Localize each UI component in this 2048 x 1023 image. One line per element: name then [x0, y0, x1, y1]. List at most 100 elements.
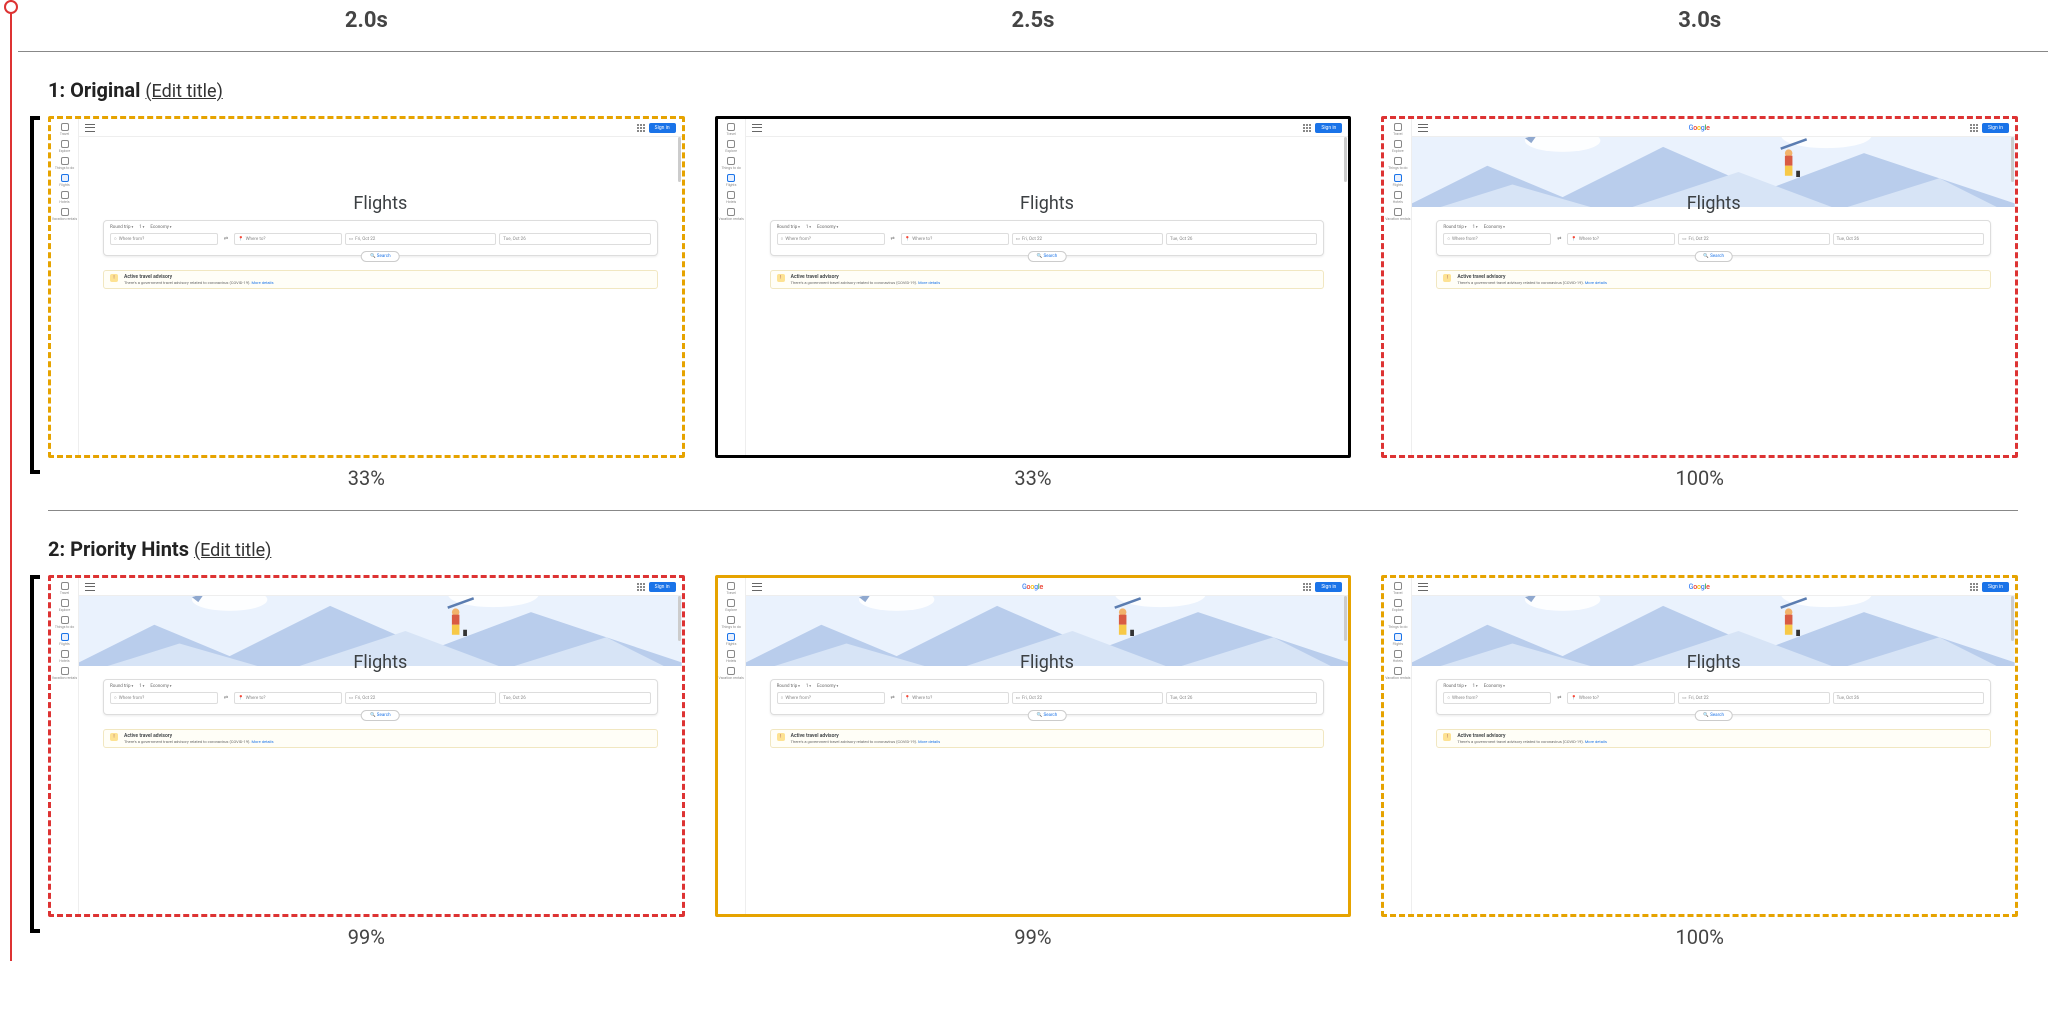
- trip-type-select: Round trip: [110, 225, 133, 230]
- origin-input: ○Where from?: [777, 692, 885, 704]
- screenshot-thumbnail[interactable]: TravelExploreThings to doFlightsHotelsVa…: [1381, 575, 2018, 917]
- cabin-class-select: Economy: [150, 684, 171, 689]
- google-logo: Google: [1689, 124, 1710, 132]
- advisory-desc: There's a government travel advisory rel…: [1457, 280, 1607, 285]
- passengers-select: 1: [806, 225, 811, 230]
- timeline-vertical-line: [10, 0, 12, 961]
- time-marker-1: 2.5s: [715, 8, 1352, 33]
- gf-search-card: Round trip 1 Economy ○Where from? ⇄ 📍Whe…: [103, 220, 658, 256]
- google-flights-mini: TravelExploreThings to doFlightsHotelsVa…: [718, 119, 1349, 455]
- gf-sidebar: TravelExploreThings to doFlightsHotelsVa…: [51, 119, 79, 455]
- sign-in-button: Sign in: [1982, 123, 2009, 133]
- advisory-more-link: More details: [918, 739, 940, 744]
- row-bracket: [30, 116, 40, 474]
- google-logo: Google: [1689, 583, 1710, 591]
- swap-icon: ⇄: [888, 692, 898, 704]
- apps-icon: [1970, 124, 1978, 132]
- screenshot-thumbnail[interactable]: TravelExploreThings to doFlightsHotelsVa…: [48, 116, 685, 458]
- depart-date-input: ▭Fri, Oct 22: [345, 692, 496, 704]
- frame-cell: TravelExploreThings to doFlightsHotelsVa…: [48, 575, 685, 949]
- screenshot-thumbnail[interactable]: TravelExploreThings to doFlightsHotelsVa…: [715, 116, 1352, 458]
- trip-type-select: Round trip: [1443, 225, 1466, 230]
- sidebar-item: Explore: [1391, 140, 1405, 153]
- sidebar-item: Explore: [58, 140, 72, 153]
- sidebar-item: Things to do: [724, 157, 738, 170]
- advisory-more-link: More details: [1585, 739, 1607, 744]
- gf-sidebar: TravelExploreThings to doFlightsHotelsVa…: [51, 578, 79, 914]
- destination-input: 📍Where to?: [1567, 692, 1675, 704]
- trip-type-select: Round trip: [110, 684, 133, 689]
- visual-complete-pct: 33%: [1014, 466, 1051, 490]
- gf-trip-options: Round trip 1 Economy: [110, 684, 651, 689]
- depart-date-input: ▭Fri, Oct 22: [1012, 692, 1163, 704]
- sidebar-item: Travel: [58, 582, 72, 595]
- depart-date-input: ▭Fri, Oct 22: [1012, 233, 1163, 245]
- visual-complete-pct: 99%: [1014, 925, 1051, 949]
- visual-complete-pct: 99%: [348, 925, 385, 949]
- gf-trip-options: Round trip 1 Economy: [110, 225, 651, 230]
- row-divider: [48, 510, 2018, 511]
- sidebar-item: Things to do: [1391, 616, 1405, 629]
- sign-in-button: Sign in: [1982, 582, 2009, 592]
- cabin-class-select: Economy: [1484, 225, 1505, 230]
- edit-title-link[interactable]: (Edit title): [194, 540, 271, 561]
- screenshot-thumbnail[interactable]: TravelExploreThings to doFlightsHotelsVa…: [715, 575, 1352, 917]
- sidebar-item: Hotels: [724, 650, 738, 663]
- travel-advisory: ! Active travel advisory There's a gover…: [103, 270, 658, 289]
- warning-icon: !: [1443, 733, 1451, 741]
- sidebar-item: Flights: [1391, 174, 1405, 187]
- google-logo: Google: [1022, 583, 1043, 591]
- apps-icon: [637, 583, 645, 591]
- sidebar-item: Travel: [1391, 582, 1405, 595]
- hamburger-icon: [752, 583, 762, 591]
- search-button: 🔍 Search: [1694, 710, 1733, 721]
- visual-complete-pct: 100%: [1675, 925, 1723, 949]
- gf-sidebar: TravelExploreThings to doFlightsHotelsVa…: [1384, 578, 1412, 914]
- advisory-desc: There's a government travel advisory rel…: [791, 280, 941, 285]
- sidebar-item: Hotels: [58, 650, 72, 663]
- hamburger-icon: [1418, 583, 1428, 591]
- gf-page-title: Flights: [746, 193, 1349, 214]
- trip-type-select: Round trip: [777, 225, 800, 230]
- gf-sidebar: TravelExploreThings to doFlightsHotelsVa…: [718, 578, 746, 914]
- search-button: 🔍 Search: [361, 251, 400, 262]
- edit-title-link[interactable]: (Edit title): [145, 81, 222, 102]
- sidebar-item: Hotels: [58, 191, 72, 204]
- swap-icon: ⇄: [888, 233, 898, 245]
- sidebar-item: Explore: [1391, 599, 1405, 612]
- search-button: 🔍 Search: [1028, 251, 1067, 262]
- apps-icon: [1970, 583, 1978, 591]
- gf-topbar: Google Sign in: [746, 578, 1349, 596]
- gf-search-card: Round trip 1 Economy ○Where from? ⇄ 📍Whe…: [103, 679, 658, 715]
- sidebar-item: Explore: [58, 599, 72, 612]
- row-title: 1: Original (Edit title): [18, 74, 2048, 116]
- return-date-input: Tue, Oct 26: [499, 233, 650, 245]
- destination-input: 📍Where to?: [234, 233, 342, 245]
- sidebar-item: Travel: [1391, 123, 1405, 136]
- sidebar-item: Things to do: [58, 157, 72, 170]
- sidebar-item: Vacation rentals: [58, 667, 72, 680]
- frame-row: TravelExploreThings to doFlightsHotelsVa…: [18, 116, 2048, 502]
- screenshot-thumbnail[interactable]: TravelExploreThings to doFlightsHotelsVa…: [48, 575, 685, 917]
- hamburger-icon: [752, 124, 762, 132]
- gf-sidebar: TravelExploreThings to doFlightsHotelsVa…: [718, 119, 746, 455]
- time-marker-0: 2.0s: [48, 8, 685, 33]
- gf-search-card: Round trip 1 Economy ○Where from? ⇄ 📍Whe…: [770, 220, 1325, 256]
- gf-topbar: Sign in: [79, 119, 682, 137]
- return-date-input: Tue, Oct 26: [1833, 692, 1984, 704]
- screenshot-thumbnail[interactable]: TravelExploreThings to doFlightsHotelsVa…: [1381, 116, 2018, 458]
- gf-page-title: Flights: [1412, 652, 2015, 673]
- search-button: 🔍 Search: [1694, 251, 1733, 262]
- sidebar-item: Things to do: [58, 616, 72, 629]
- cabin-class-select: Economy: [150, 225, 171, 230]
- sidebar-item: Flights: [724, 633, 738, 646]
- passengers-select: 1: [806, 684, 811, 689]
- hamburger-icon: [1418, 124, 1428, 132]
- scrollbar-thumb: [2011, 137, 2014, 182]
- search-button: 🔍 Search: [1028, 710, 1067, 721]
- scrollbar-thumb: [1344, 596, 1347, 641]
- sidebar-item: Explore: [724, 140, 738, 153]
- sign-in-button: Sign in: [1315, 123, 1342, 133]
- gf-search-card: Round trip 1 Economy ○Where from? ⇄ 📍Whe…: [770, 679, 1325, 715]
- destination-input: 📍Where to?: [901, 233, 1009, 245]
